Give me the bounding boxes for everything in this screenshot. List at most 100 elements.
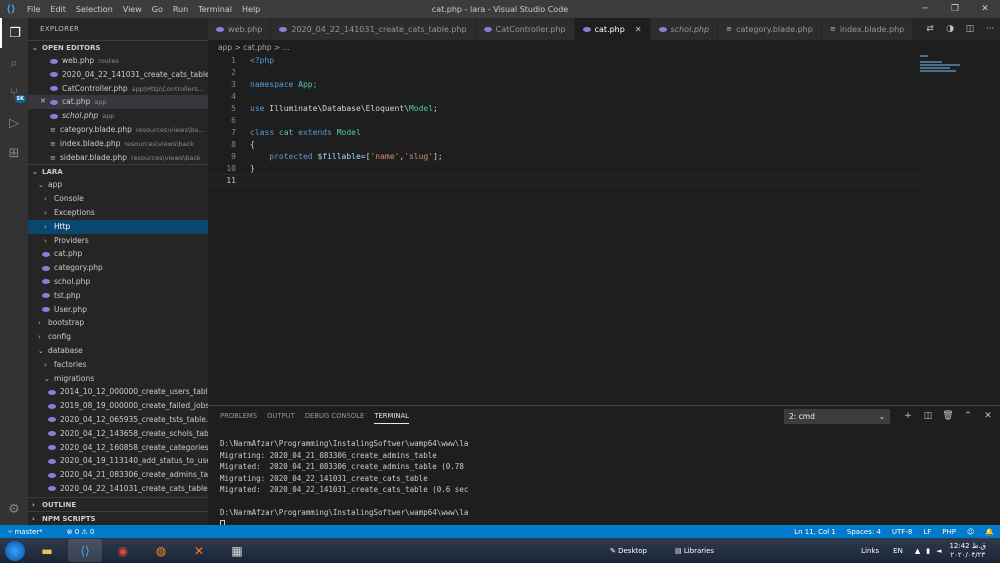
links-toolbar[interactable]: Links bbox=[861, 547, 879, 555]
tree-folder[interactable]: ⌄ migrations bbox=[28, 372, 208, 386]
tree-folder[interactable]: ⌄ database bbox=[28, 344, 208, 358]
close-editor-icon[interactable]: ✕ bbox=[40, 95, 46, 109]
code-editor[interactable]: 1 <?php 2 3 namespace App; 4 5 use Illumina… bbox=[208, 55, 1000, 405]
tree-file[interactable]: schol.php bbox=[28, 275, 208, 289]
calendar-icon[interactable]: ▦ bbox=[220, 539, 254, 562]
tree-folder[interactable]: › factories bbox=[28, 358, 208, 372]
trash-icon[interactable]: 🗑 bbox=[938, 409, 958, 424]
restore-icon[interactable]: ❐ bbox=[940, 0, 970, 18]
tree-file[interactable]: 2020_04_12_160858_create_categories_... bbox=[28, 441, 208, 455]
desktop-toolbar[interactable]: ✎ Desktop bbox=[610, 547, 661, 555]
tree-file[interactable]: 2019_08_19_000000_create_failed_jobs... bbox=[28, 399, 208, 413]
file-explorer-icon[interactable]: ▬ bbox=[30, 539, 64, 562]
open-editor-item[interactable]: schol.php app bbox=[28, 109, 208, 123]
indentation[interactable]: Spaces: 4 bbox=[847, 528, 881, 536]
tree-file[interactable]: 2020_04_12_143658_create_schols_tabl... bbox=[28, 427, 208, 441]
chrome-icon[interactable]: ◉ bbox=[106, 539, 140, 562]
minimap[interactable] bbox=[920, 55, 980, 85]
outline-section[interactable]: › OUTLINE bbox=[28, 497, 208, 511]
close-icon[interactable]: ✕ bbox=[970, 0, 1000, 18]
end-of-line[interactable]: LF bbox=[923, 528, 931, 536]
bell-icon[interactable]: 🔔 bbox=[985, 528, 994, 536]
tree-file[interactable]: 2014_10_12_000000_create_users_table.... bbox=[28, 385, 208, 399]
menu-run[interactable]: Run bbox=[168, 5, 193, 14]
libraries-toolbar[interactable]: ▤ Libraries bbox=[675, 547, 728, 555]
tray-expand-icon[interactable]: ▲ bbox=[915, 547, 920, 555]
open-editor-item[interactable]: 2020_04_22_141031_create_cats_table... bbox=[28, 68, 208, 82]
explorer-icon[interactable]: ❐ bbox=[0, 18, 28, 48]
tab-terminal[interactable]: TERMINAL bbox=[374, 412, 409, 424]
open-editor-item[interactable]: ≡ index.blade.php resources\views\back bbox=[28, 137, 208, 151]
close-tab-icon[interactable]: ✕ bbox=[635, 25, 642, 34]
firefox-icon[interactable]: ◍ bbox=[144, 539, 178, 562]
tab-create-cats-table[interactable]: 2020_04_22_141031_create_cats_table.php bbox=[271, 18, 476, 40]
open-changes-icon[interactable]: ◑ bbox=[940, 24, 960, 34]
maximize-panel-icon[interactable]: ⌃ bbox=[958, 409, 978, 424]
split-terminal-icon[interactable]: ◫ bbox=[918, 409, 938, 424]
extensions-icon[interactable]: ⊞ bbox=[0, 138, 28, 168]
split-editor-icon[interactable]: ◫ bbox=[960, 24, 980, 34]
branch-indicator[interactable]: ⑂ master* bbox=[8, 528, 55, 536]
tab-schol-php[interactable]: schol.php bbox=[650, 18, 719, 40]
tab-category-blade[interactable]: ≡ category.blade.php bbox=[718, 18, 822, 40]
tree-folder[interactable]: › Exceptions bbox=[28, 206, 208, 220]
breadcrumb[interactable]: app > cat.php > ... bbox=[218, 41, 290, 55]
tree-file[interactable]: 2020_04_19_113140_add_status_to_use... bbox=[28, 454, 208, 468]
tree-folder[interactable]: › bootstrap bbox=[28, 316, 208, 330]
tree-file[interactable]: tst.php bbox=[28, 289, 208, 303]
open-editor-item-active[interactable]: ✕ cat.php app bbox=[28, 95, 208, 110]
language-mode[interactable]: PHP bbox=[942, 528, 956, 536]
source-control-icon[interactable]: ⑂ SK bbox=[0, 78, 28, 108]
menu-file[interactable]: File bbox=[22, 5, 45, 14]
compare-icon[interactable]: ⇄ bbox=[920, 24, 940, 34]
menu-terminal[interactable]: Terminal bbox=[193, 5, 237, 14]
xampp-icon[interactable]: ✕ bbox=[182, 539, 216, 562]
feedback-icon[interactable]: ☺ bbox=[967, 528, 974, 536]
tab-debug-console[interactable]: DEBUG CONSOLE bbox=[305, 412, 365, 424]
cursor-position[interactable]: Ln 11, Col 1 bbox=[794, 528, 836, 536]
clock[interactable]: 12:42 ق.ظ ۲۰۲۰/۰۴/۲۳ bbox=[949, 542, 986, 560]
more-actions-icon[interactable]: ··· bbox=[980, 24, 1000, 34]
tree-file[interactable]: User.php bbox=[28, 303, 208, 317]
menu-edit[interactable]: Edit bbox=[45, 5, 71, 14]
tab-cat-php[interactable]: cat.php ✕ bbox=[574, 18, 651, 40]
tree-folder[interactable]: › Console bbox=[28, 192, 208, 206]
tab-web-php[interactable]: web.php bbox=[208, 18, 272, 40]
tab-cat-controller[interactable]: CatController.php bbox=[475, 18, 575, 40]
problems-indicator[interactable]: ⊗ 0 ⚠ 0 bbox=[67, 528, 95, 536]
tree-file[interactable]: 2020_04_21_083306_create_admins_ta... bbox=[28, 468, 208, 482]
tree-file[interactable]: cat.php bbox=[28, 247, 208, 261]
search-icon[interactable]: ⌕ bbox=[0, 48, 28, 78]
menu-selection[interactable]: Selection bbox=[71, 5, 118, 14]
menu-go[interactable]: Go bbox=[147, 5, 168, 14]
tree-folder-selected[interactable]: › Http bbox=[28, 219, 208, 234]
open-editors-section[interactable]: ⌄ OPEN EDITORS bbox=[28, 40, 208, 54]
project-section[interactable]: ⌄ LARA bbox=[28, 164, 208, 178]
menu-view[interactable]: View bbox=[118, 5, 147, 14]
start-button[interactable] bbox=[0, 538, 30, 563]
tree-file[interactable]: 2020_04_22_141031_create_cats_table.... bbox=[28, 482, 208, 496]
tree-folder[interactable]: › Providers bbox=[28, 234, 208, 248]
network-icon[interactable]: ▮ bbox=[926, 547, 930, 555]
input-language[interactable]: EN bbox=[893, 547, 903, 555]
encoding[interactable]: UTF-8 bbox=[892, 528, 912, 536]
volume-icon[interactable]: ◄ bbox=[936, 547, 941, 555]
open-editor-item[interactable]: web.php routes bbox=[28, 54, 208, 68]
run-debug-icon[interactable]: ▷ bbox=[0, 108, 28, 138]
terminal-select[interactable]: 2: cmd ⌄ bbox=[784, 409, 890, 424]
close-panel-icon[interactable]: ✕ bbox=[978, 409, 998, 424]
settings-gear-icon[interactable]: ⚙ bbox=[0, 502, 28, 517]
open-editor-item[interactable]: CatController.php app\Http\Controllers... bbox=[28, 82, 208, 96]
menu-help[interactable]: Help bbox=[237, 5, 265, 14]
minimize-icon[interactable]: ─ bbox=[910, 0, 940, 18]
tab-output[interactable]: OUTPUT bbox=[267, 412, 295, 424]
tab-index-blade[interactable]: ≡ index.blade.php bbox=[821, 18, 914, 40]
vscode-taskbar-icon[interactable]: ⟨⟩ bbox=[68, 539, 102, 562]
tree-file[interactable]: 2020_04_12_065935_create_tsts_table.p... bbox=[28, 413, 208, 427]
open-editor-item[interactable]: ≡ category.blade.php resources\views\ba... bbox=[28, 123, 208, 137]
tree-file[interactable]: category.php bbox=[28, 261, 208, 275]
npm-scripts-section[interactable]: › NPM SCRIPTS bbox=[28, 511, 208, 525]
terminal-output[interactable]: D:\NarmAfzar\Programming\InstalingSoftwe… bbox=[220, 438, 468, 530]
tree-folder[interactable]: ⌄ app bbox=[28, 178, 208, 192]
tree-folder[interactable]: › config bbox=[28, 330, 208, 344]
